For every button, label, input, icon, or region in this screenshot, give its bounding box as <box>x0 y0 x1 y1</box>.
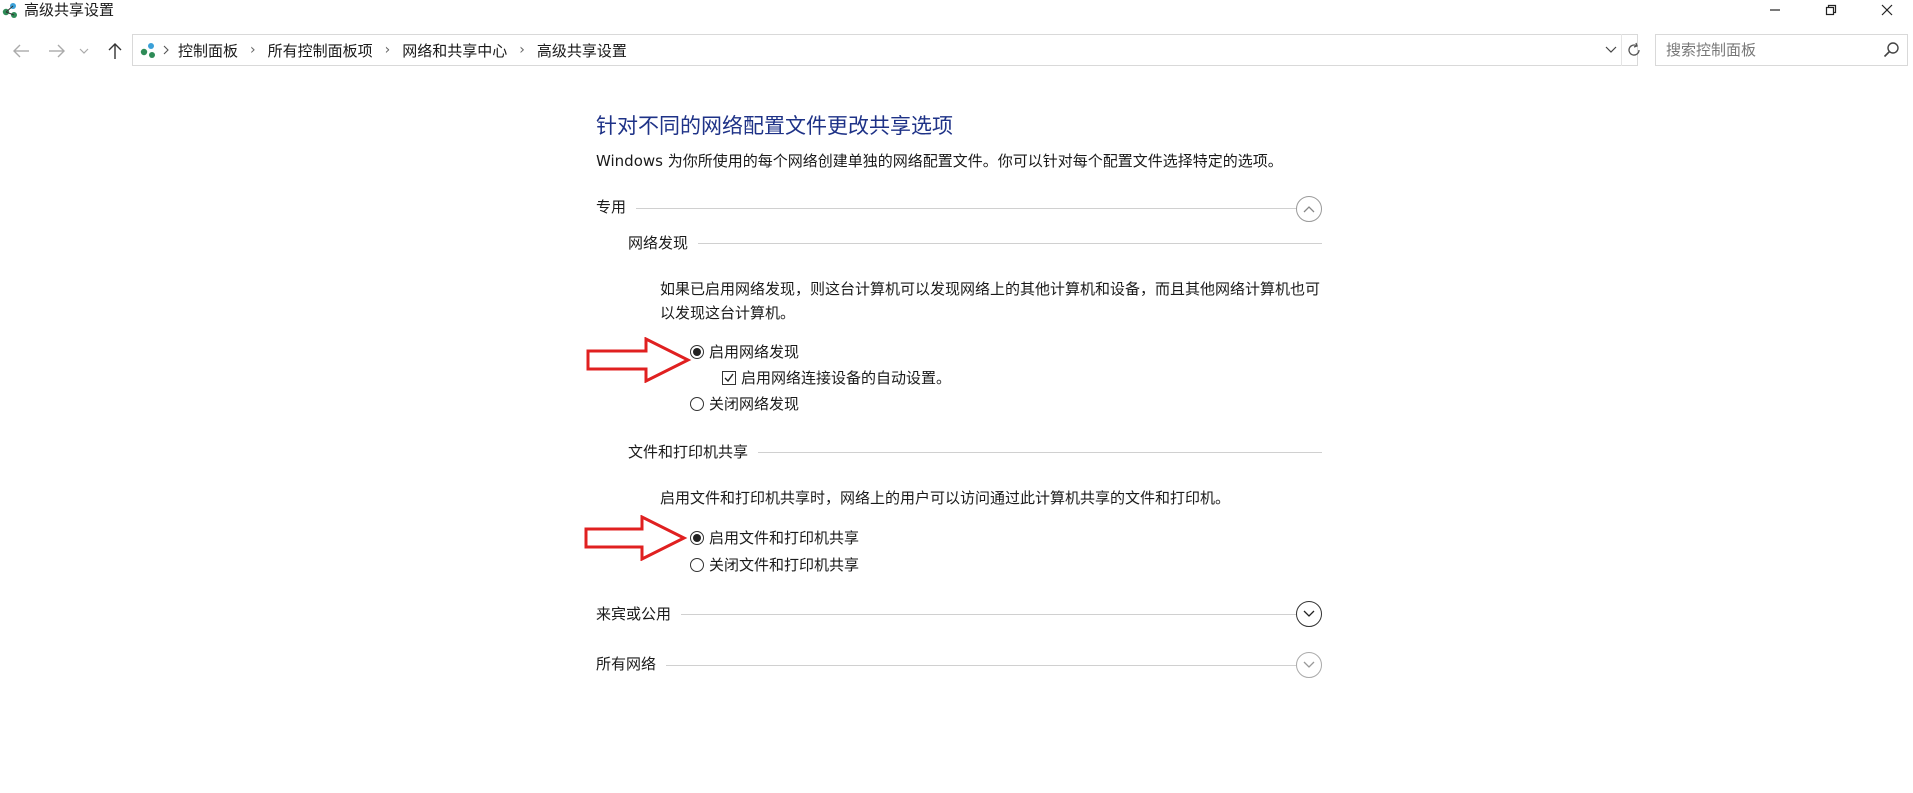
network-discovery-label: 网络发现 <box>628 232 699 253</box>
radio-label[interactable]: 启用网络发现 <box>709 341 799 362</box>
annotation-arrow-icon <box>584 515 688 561</box>
section-private-label[interactable]: 专用 <box>596 196 637 217</box>
section-guest-public-toggle[interactable] <box>1296 601 1322 627</box>
auto-setup-option[interactable]: 启用网络连接设备的自动设置。 <box>722 367 951 388</box>
breadcrumb-item[interactable]: 网络和共享中心 <box>402 40 507 61</box>
chevron-right-icon[interactable]: › <box>250 42 256 58</box>
window-title: 高级共享设置 <box>24 1 115 19</box>
network-discovery-description: 如果已启用网络发现，则这台计算机可以发现网络上的其他计算机和设备，而且其他网络计… <box>660 280 1321 322</box>
section-guest-public-label[interactable]: 来宾或公用 <box>596 603 682 624</box>
chevron-right-icon[interactable]: › <box>385 42 391 58</box>
breadcrumb-item[interactable]: 高级共享设置 <box>537 40 627 61</box>
network-sharing-icon <box>2 3 17 18</box>
subsection-divider <box>628 243 1322 244</box>
chevron-right-icon <box>163 45 169 55</box>
chevron-down-icon <box>79 48 89 54</box>
section-all-networks-label[interactable]: 所有网络 <box>596 653 667 674</box>
refresh-icon <box>1628 42 1640 56</box>
checkbox-label[interactable]: 启用网络连接设备的自动设置。 <box>741 367 951 388</box>
close-button[interactable] <box>1864 0 1910 20</box>
file-sharing-off-option[interactable]: 关闭文件和打印机共享 <box>690 554 859 575</box>
up-arrow-icon <box>108 43 122 59</box>
section-divider <box>596 614 1296 615</box>
radio-network-discovery-on[interactable] <box>690 344 704 359</box>
radio-network-discovery-off[interactable] <box>690 396 704 411</box>
file-sharing-on-option[interactable]: 启用文件和打印机共享 <box>690 527 859 548</box>
radio-label[interactable]: 关闭网络发现 <box>709 393 799 414</box>
breadcrumb: 控制面板 › 所有控制面板项 › 网络和共享中心 › 高级共享设置 <box>178 34 627 66</box>
address-dropdown-button[interactable] <box>1601 34 1621 66</box>
radio-label[interactable]: 启用文件和打印机共享 <box>709 527 859 548</box>
restore-button[interactable] <box>1808 0 1854 20</box>
search-placeholder: 搜索控制面板 <box>1666 41 1757 59</box>
section-all-networks-toggle[interactable] <box>1296 652 1322 678</box>
forward-arrow-icon <box>49 44 65 58</box>
refresh-button[interactable] <box>1621 34 1646 66</box>
section-divider <box>596 208 1306 209</box>
breadcrumb-item[interactable]: 所有控制面板项 <box>268 40 373 61</box>
control-panel-icon <box>140 43 155 58</box>
radio-file-sharing-on[interactable] <box>690 530 704 545</box>
chevron-down-icon <box>1303 610 1315 617</box>
file-printer-sharing-label: 文件和打印机共享 <box>628 441 759 462</box>
back-arrow-icon <box>13 44 29 58</box>
page-intro: Windows 为你所使用的每个网络创建单独的网络配置文件。你可以针对每个配置文… <box>596 152 1283 170</box>
restore-icon <box>1825 4 1837 16</box>
annotation-arrow-icon <box>586 337 692 383</box>
title-bar <box>0 0 1913 22</box>
section-private-toggle[interactable] <box>1296 196 1322 222</box>
close-icon <box>1881 4 1893 16</box>
checkmark-icon <box>724 373 734 382</box>
breadcrumb-item[interactable]: 控制面板 <box>178 40 238 61</box>
back-button[interactable] <box>8 38 34 64</box>
network-discovery-off-option[interactable]: 关闭网络发现 <box>690 393 799 414</box>
search-icon[interactable] <box>1882 40 1902 60</box>
page-title: 针对不同的网络配置文件更改共享选项 <box>596 114 953 138</box>
file-printer-sharing-description: 启用文件和打印机共享时，网络上的用户可以访问通过此计算机共享的文件和打印机。 <box>660 489 1231 507</box>
minimize-button[interactable] <box>1752 0 1798 20</box>
chevron-down-icon <box>1303 661 1315 668</box>
radio-label[interactable]: 关闭文件和打印机共享 <box>709 554 859 575</box>
minimize-icon <box>1770 9 1780 11</box>
chevron-right-icon[interactable]: › <box>519 42 525 58</box>
section-divider <box>596 665 1296 666</box>
forward-button[interactable] <box>44 38 70 64</box>
network-discovery-on-option[interactable]: 启用网络发现 <box>690 341 799 362</box>
chevron-up-icon <box>1303 206 1315 213</box>
up-button[interactable] <box>102 38 128 64</box>
checkbox-auto-setup[interactable] <box>722 370 736 385</box>
radio-file-sharing-off[interactable] <box>690 557 704 572</box>
chevron-down-icon <box>1605 46 1617 53</box>
recent-locations-button[interactable] <box>76 38 92 64</box>
